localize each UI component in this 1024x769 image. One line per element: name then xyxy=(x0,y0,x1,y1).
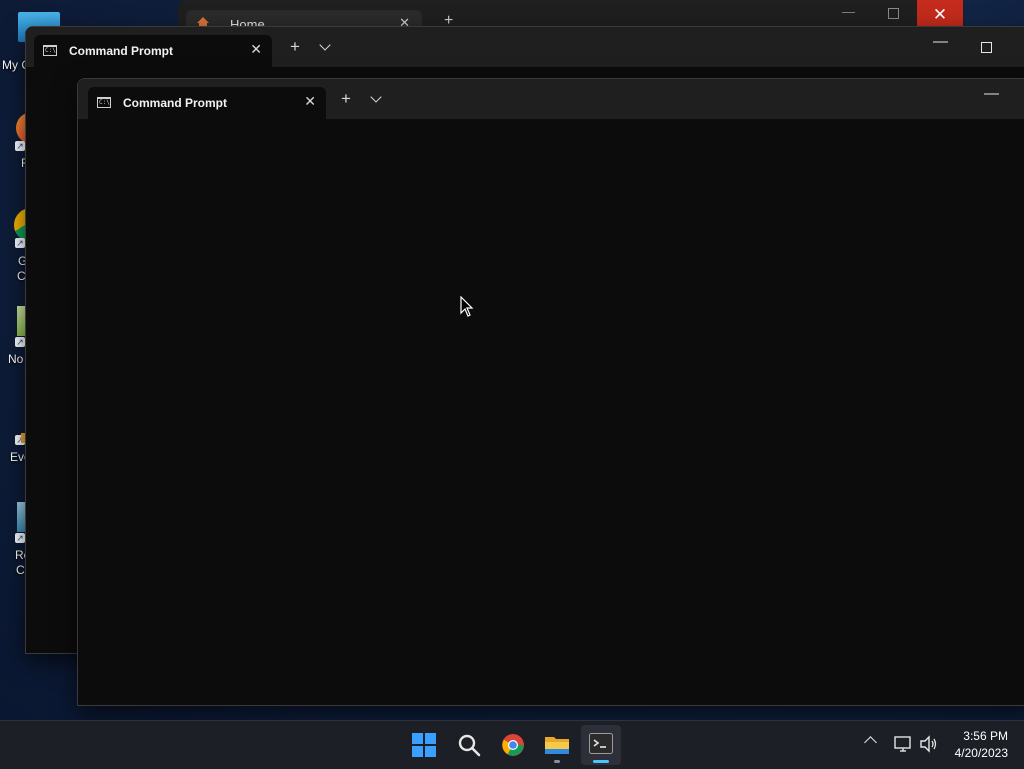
minimize-button[interactable]: — xyxy=(933,33,948,50)
terminal-icon xyxy=(589,733,613,754)
shortcut-arrow-icon: ↗ xyxy=(15,141,25,151)
running-indicator xyxy=(554,760,560,763)
maximize-button[interactable] xyxy=(981,42,992,53)
chevron-down-icon[interactable] xyxy=(370,91,382,103)
close-tab-icon[interactable]: ✕ xyxy=(304,93,316,110)
terminal-titlebar[interactable]: C:\ Command Prompt ✕ + — xyxy=(78,79,1024,119)
terminal-tab[interactable]: C:\ Command Prompt ✕ xyxy=(34,35,272,67)
maximize-button[interactable] xyxy=(888,8,899,19)
file-explorer-taskbar-button[interactable] xyxy=(537,725,577,765)
search-icon xyxy=(458,734,481,757)
new-tab-button[interactable]: + xyxy=(290,37,300,57)
chevron-up-icon[interactable] xyxy=(864,736,877,749)
clock-date[interactable]: 4/20/2023 xyxy=(955,746,1008,760)
terminal-window-front[interactable]: C:\ Command Prompt ✕ + — xyxy=(77,78,1024,706)
mouse-cursor-icon xyxy=(460,296,474,317)
start-icon xyxy=(412,733,436,757)
terminal-tab[interactable]: C:\ Command Prompt ✕ xyxy=(88,87,326,119)
desktop-label-recycle-2: C xyxy=(16,563,25,577)
start-button[interactable] xyxy=(404,725,444,765)
terminal-tab-label: Command Prompt xyxy=(123,96,228,110)
close-tab-icon[interactable]: ✕ xyxy=(250,41,262,58)
close-window-button[interactable]: ✕ xyxy=(917,0,963,29)
chrome-icon xyxy=(502,734,524,756)
terminal-body[interactable] xyxy=(78,119,1024,705)
minimize-button[interactable]: — xyxy=(842,4,855,19)
taskbar: 3:56 PM 4/20/2023 xyxy=(0,720,1024,769)
desktop-label-notepad: No xyxy=(8,352,24,366)
shortcut-arrow-icon: ↗ xyxy=(15,337,25,347)
file-explorer-icon xyxy=(545,737,569,754)
chrome-taskbar-button[interactable] xyxy=(493,725,533,765)
active-indicator xyxy=(593,760,609,763)
command-prompt-icon: C:\ xyxy=(43,45,57,56)
clock-time[interactable]: 3:56 PM xyxy=(963,729,1008,743)
shortcut-arrow-icon: ↗ xyxy=(15,533,25,543)
minimize-button[interactable]: — xyxy=(984,85,999,102)
command-prompt-icon: C:\ xyxy=(97,97,111,108)
shortcut-arrow-icon: ↗ xyxy=(15,238,25,248)
terminal-tab-label: Command Prompt xyxy=(69,44,174,58)
search-button[interactable] xyxy=(449,725,489,765)
new-tab-button[interactable]: + xyxy=(341,89,351,109)
network-icon[interactable] xyxy=(894,735,914,753)
terminal-taskbar-button[interactable] xyxy=(581,725,621,765)
chevron-down-icon[interactable] xyxy=(319,39,331,51)
terminal-titlebar[interactable]: C:\ Command Prompt ✕ + — xyxy=(26,27,1024,67)
volume-icon[interactable] xyxy=(919,735,939,753)
